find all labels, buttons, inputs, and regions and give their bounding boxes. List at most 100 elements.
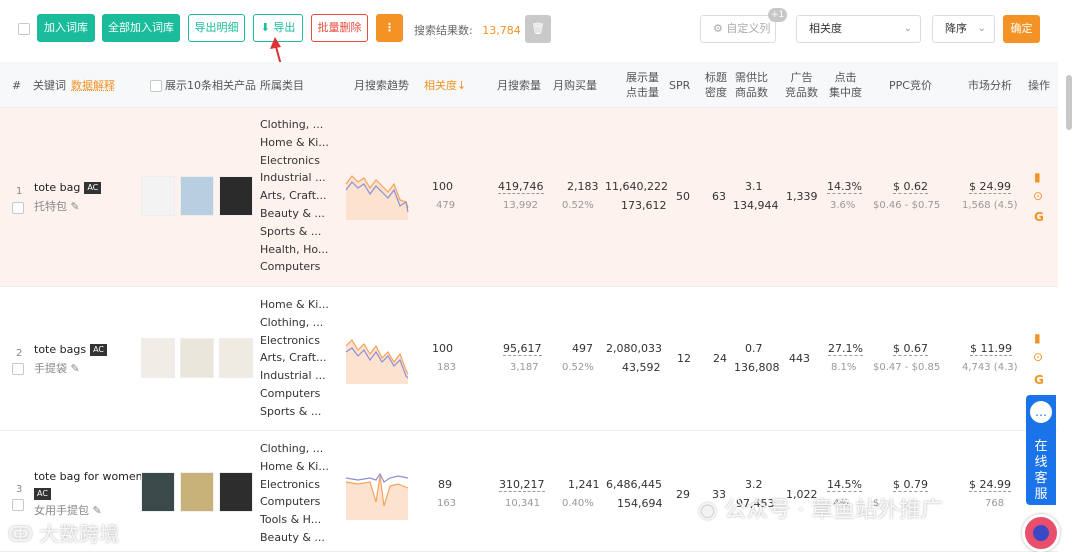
col-click-concentration[interactable]: 点击 集中度 <box>829 70 862 100</box>
show-products-checkbox[interactable] <box>150 80 162 92</box>
export-details-button[interactable]: 导出明细 <box>188 14 245 42</box>
product-thumbnail[interactable] <box>180 472 214 512</box>
more-button[interactable]: ⋮ <box>376 14 403 42</box>
ppc-bid[interactable]: $ 0.67 <box>893 340 928 358</box>
keyword[interactable]: tote bag for women <box>34 470 143 483</box>
sort-order-select[interactable]: 降序 ⌄ <box>932 15 995 43</box>
clicks: 154,694 <box>617 497 663 510</box>
more-circle-icon[interactable]: ⊙ <box>1033 189 1043 203</box>
chevron-down-icon: ⌄ <box>977 23 986 34</box>
trend-sparkline[interactable] <box>344 172 410 220</box>
title-density: 24 <box>713 352 727 365</box>
edit-icon[interactable]: ✎ <box>93 504 102 517</box>
col-ad-products[interactable]: 广告 竞品数 <box>785 70 818 100</box>
click-concentration[interactable]: 14.3% <box>827 178 862 196</box>
monthly-search-sub: 10,341 <box>505 498 540 509</box>
keyword-translation: 托特包 ✎ <box>34 200 80 213</box>
edit-icon[interactable]: ✎ <box>71 362 80 375</box>
click-concentration[interactable]: 27.1% <box>828 340 863 358</box>
google-icon[interactable]: G <box>1034 210 1044 224</box>
supply-demand: 0.7 <box>745 342 763 355</box>
result-count: 13,784 <box>482 24 521 37</box>
online-service-button[interactable]: … 在线客服 <box>1026 395 1056 505</box>
col-impressions-clicks[interactable]: 展示量 点击量 <box>626 70 659 100</box>
keyword[interactable]: tote bag AC <box>34 181 102 194</box>
category-list: Home & Ki... Clothing, ... Electronics A… <box>260 298 329 418</box>
product-thumbnail[interactable] <box>180 338 214 378</box>
row-checkbox[interactable] <box>12 499 24 511</box>
online-service-label: 在线客服 <box>1034 439 1048 502</box>
bar-chart-icon[interactable]: ▮ <box>1034 170 1041 184</box>
select-all-checkbox[interactable] <box>18 23 30 35</box>
monthly-search[interactable]: 310,217 <box>499 476 545 494</box>
market-price[interactable]: $ 11.99 <box>970 340 1012 358</box>
col-monthly-search[interactable]: 月搜索量 <box>497 78 541 93</box>
google-icon[interactable]: G <box>1034 373 1044 387</box>
trend-sparkline[interactable] <box>344 336 410 384</box>
col-relevance[interactable]: 相关度↓ <box>424 78 466 93</box>
col-ppc[interactable]: PPC竞价 <box>889 78 932 93</box>
product-thumbnail[interactable] <box>141 338 175 378</box>
edit-icon[interactable]: ✎ <box>71 200 80 213</box>
col-category: 所属类目 <box>260 79 304 92</box>
category-list: Clothing, ... Home & Ki... Electronics C… <box>260 442 329 544</box>
row-index: 1 <box>16 186 23 197</box>
chat-bubble-icon: … <box>1030 401 1052 423</box>
monthly-purchase: 497 <box>572 342 593 355</box>
monthly-search[interactable]: 95,617 <box>503 340 542 358</box>
purchase-rate: 0.40% <box>562 498 594 509</box>
more-circle-icon[interactable]: ⊙ <box>1033 350 1043 364</box>
data-explain-link[interactable]: 数据解释 <box>71 78 115 93</box>
row-checkbox[interactable] <box>12 363 24 375</box>
col-index: # <box>12 79 22 92</box>
monthly-purchase: 1,241 <box>568 478 600 491</box>
col-monthly-purchase[interactable]: 月购买量 <box>553 78 597 93</box>
result-count-label: 搜索结果数: 13,784 <box>414 24 521 37</box>
col-market: 市场分析 <box>968 79 1012 92</box>
product-thumbnail[interactable] <box>219 338 253 378</box>
monthly-search-sub: 3,187 <box>510 362 539 373</box>
impressions: 6,486,445 <box>606 478 662 491</box>
bar-chart-icon[interactable]: ▮ <box>1034 331 1041 345</box>
sort-field-select[interactable]: 相关度 ⌄ <box>796 15 921 43</box>
ac-badge: AC <box>34 488 51 500</box>
add-to-dict-button[interactable]: 加入词库 <box>37 14 95 42</box>
batch-delete-button[interactable]: 批量删除 <box>311 14 368 42</box>
ac-badge-wrap: AC <box>34 487 51 500</box>
product-count: 136,808 <box>734 361 780 374</box>
spr: 12 <box>677 352 691 365</box>
product-thumbnail[interactable] <box>219 176 253 216</box>
confirm-button[interactable]: 确定 <box>1003 15 1040 43</box>
market-price[interactable]: $ 24.99 <box>969 178 1011 196</box>
custom-columns-button[interactable]: ⚙ 自定义列 <box>700 15 776 43</box>
market-price[interactable]: $ 24.99 <box>969 476 1011 494</box>
product-thumbnail[interactable] <box>141 472 175 512</box>
monthly-search[interactable]: 419,746 <box>498 178 544 196</box>
col-spr[interactable]: SPR <box>669 78 690 93</box>
watermark-right: ◉ 公众号 · 章鱼站外推广 <box>698 498 944 523</box>
clicks: 173,612 <box>621 199 667 212</box>
assistant-avatar-icon[interactable] <box>1022 514 1060 552</box>
monthly-purchase: 2,183 <box>567 180 599 193</box>
row-index: 3 <box>16 484 23 495</box>
spr: 50 <box>676 190 690 203</box>
trash-icon[interactable]: 🗑 <box>525 15 551 43</box>
click-concentration-sub: 8.1% <box>831 362 857 373</box>
product-thumbnail[interactable] <box>180 176 214 216</box>
scrollbar-thumb[interactable] <box>1066 75 1072 130</box>
table-row: 1 tote bag AC 托特包 ✎ Clothing, ... Home & … <box>0 108 1058 287</box>
row-checkbox[interactable] <box>12 202 24 214</box>
product-thumbnail[interactable] <box>219 472 253 512</box>
keyword[interactable]: tote bags AC <box>34 343 107 356</box>
col-title-density[interactable]: 标题 密度 <box>705 70 727 100</box>
col-supply-demand[interactable]: 需供比 商品数 <box>735 70 768 100</box>
ppc-range: $0.47 - $0.85 <box>873 362 941 373</box>
ac-badge: AC <box>90 344 107 356</box>
impressions: 11,640,222 <box>605 180 668 193</box>
ppc-bid[interactable]: $ 0.62 <box>893 178 928 196</box>
product-thumbnail[interactable] <box>141 176 175 216</box>
relevance-sub: 479 <box>436 200 456 211</box>
add-all-to-dict-button[interactable]: 全部加入词库 <box>102 14 180 42</box>
trend-sparkline[interactable] <box>344 472 410 520</box>
col-trend: 月搜索趋势 <box>354 79 409 92</box>
